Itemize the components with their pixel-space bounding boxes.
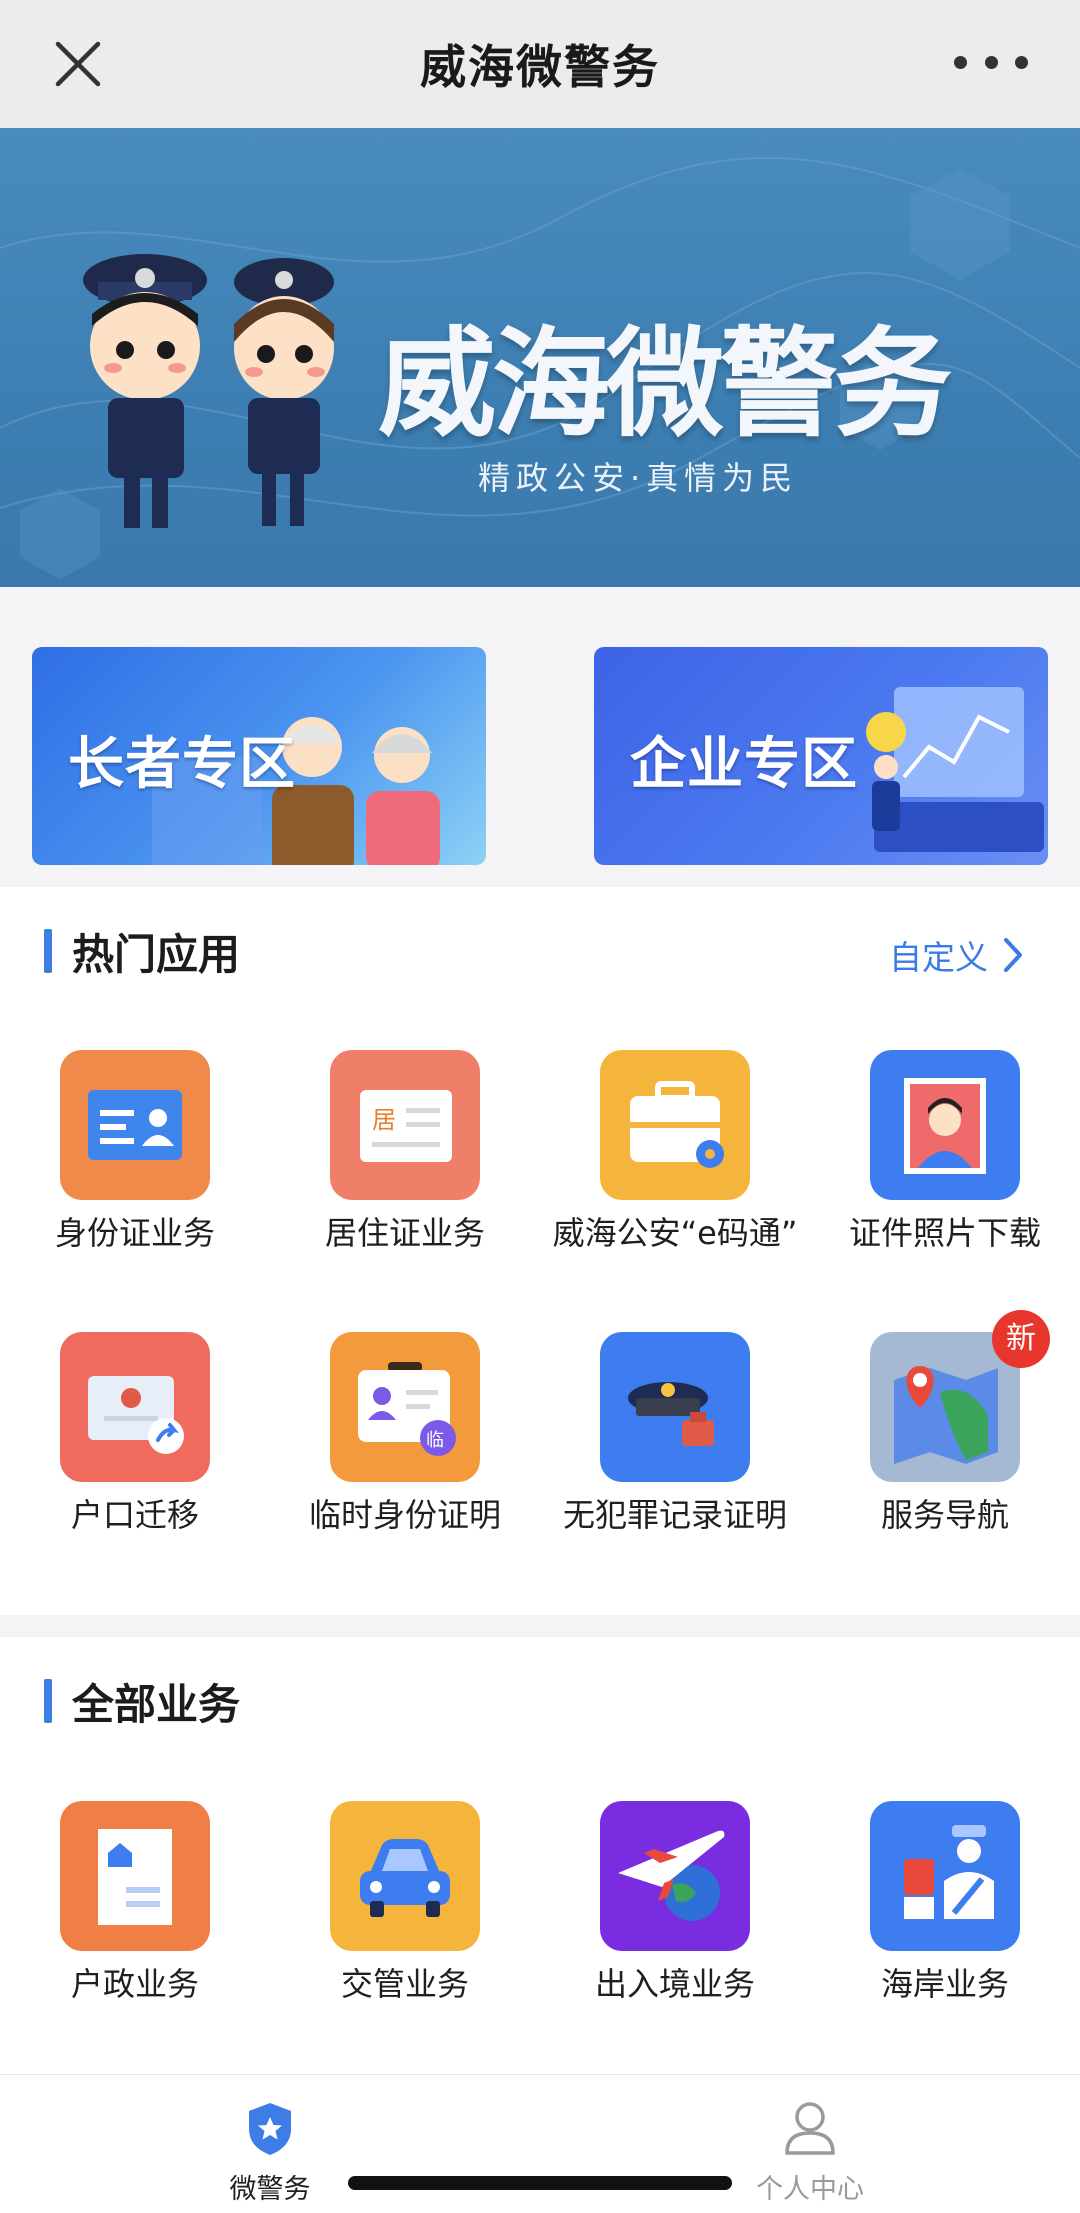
id-card-icon (60, 1050, 210, 1200)
police-cap-icon (600, 1332, 750, 1482)
hero-title: 威海微警务 (378, 315, 952, 453)
service-coast[interactable]: 海岸业务 (810, 1801, 1080, 2003)
all-services-section: 全部业务 户政业务 交管业务 出入境业务 海岸业务 (0, 1637, 1080, 2074)
car-icon (330, 1801, 480, 1951)
app-id-card[interactable]: 身份证业务 (0, 1050, 270, 1252)
policewoman-cartoon-icon (234, 258, 334, 526)
section-accent-bar (44, 929, 52, 973)
app-label: 证件照片下载 (848, 1214, 1041, 1252)
app-label: 户口迁移 (70, 1496, 199, 1534)
household-doc-icon (60, 1801, 210, 1951)
section-accent-bar (44, 1679, 52, 1723)
app-label: 海岸业务 (880, 1965, 1009, 2003)
new-badge: 新 (992, 1310, 1050, 1368)
tab-personal-center[interactable]: 个人中心 (710, 2089, 910, 2209)
hot-apps-title: 热门应用 (72, 929, 241, 979)
app-label: 服务导航 (880, 1496, 1009, 1534)
app-label: 无犯罪记录证明 (562, 1496, 787, 1534)
svg-text:临: 临 (426, 1430, 444, 1451)
app-label: 交管业务 (340, 1965, 469, 2003)
app-residence-permit[interactable]: 居 居住证业务 (270, 1050, 540, 1252)
more-dots-icon[interactable] (954, 56, 1028, 72)
home-indicator (348, 2176, 732, 2190)
airplane-icon (600, 1801, 750, 1951)
app-label: 户政业务 (70, 1965, 199, 2003)
household-transfer-icon (60, 1332, 210, 1482)
all-services-title: 全部业务 (72, 1679, 241, 1729)
briefcase-icon (600, 1050, 750, 1200)
all-services-header: 全部业务 (44, 1679, 240, 1729)
hot-apps-section: 热门应用 自定义 身份证业务 居 居住证业务 威海公安“e码通” 证件照片下载 … (0, 887, 1080, 1615)
hot-apps-header: 热门应用 (44, 929, 240, 979)
bottom-tab-bar: 微警务 个人中心 (0, 2074, 1080, 2213)
tab-label: 微警务 (229, 2174, 311, 2205)
app-temporary-id[interactable]: 临 临时身份证明 (270, 1332, 540, 1534)
customize-link[interactable]: 自定义 (889, 931, 1024, 979)
app-label: 身份证业务 (54, 1214, 215, 1252)
app-no-criminal-record[interactable]: 无犯罪记录证明 (540, 1332, 810, 1534)
enterprise-zone-card[interactable]: 企业专区 (594, 647, 1048, 865)
service-entry-exit[interactable]: 出入境业务 (540, 1801, 810, 2003)
police-badge-icon (249, 2103, 291, 2155)
hero-subtitle: 精政公安·真情为民 (478, 459, 799, 497)
svg-text:居: 居 (372, 1106, 396, 1134)
app-label: 出入境业务 (594, 1965, 755, 2003)
page-title: 威海微警务 (420, 40, 660, 94)
promo-area: 长者专区 企业专区 (0, 587, 1080, 887)
elder-zone-card[interactable]: 长者专区 (32, 647, 486, 865)
temporary-id-icon: 临 (330, 1332, 480, 1482)
customize-label: 自定义 (889, 938, 988, 977)
coast-guard-icon (870, 1801, 1020, 1951)
app-service-navigation[interactable]: 服务导航 新 (810, 1310, 1080, 1534)
app-household-transfer[interactable]: 户口迁移 (0, 1332, 270, 1534)
nav-bar: 威海微警务 (0, 0, 1080, 128)
app-label: 居住证业务 (324, 1214, 485, 1252)
tab-micro-police[interactable]: 微警务 (170, 2089, 370, 2209)
hero-banner[interactable]: 威海微警务 精政公安·真情为民 (0, 128, 1080, 587)
tab-label: 个人中心 (756, 2174, 864, 2205)
elder-zone-label: 长者专区 (68, 732, 296, 797)
service-household[interactable]: 户政业务 (0, 1801, 270, 2003)
app-label: 威海公安“e码通” (552, 1214, 798, 1252)
chevron-right-icon (1004, 938, 1022, 972)
photo-download-icon (870, 1050, 1020, 1200)
service-traffic[interactable]: 交管业务 (270, 1801, 540, 2003)
person-icon (785, 2102, 835, 2155)
enterprise-zone-label: 企业专区 (630, 732, 858, 797)
app-photo-download[interactable]: 证件照片下载 (810, 1050, 1080, 1252)
app-label: 临时身份证明 (308, 1496, 501, 1534)
residence-permit-icon: 居 (330, 1050, 480, 1200)
close-icon[interactable] (52, 38, 104, 90)
app-e-code[interactable]: 威海公安“e码通” (540, 1050, 810, 1252)
